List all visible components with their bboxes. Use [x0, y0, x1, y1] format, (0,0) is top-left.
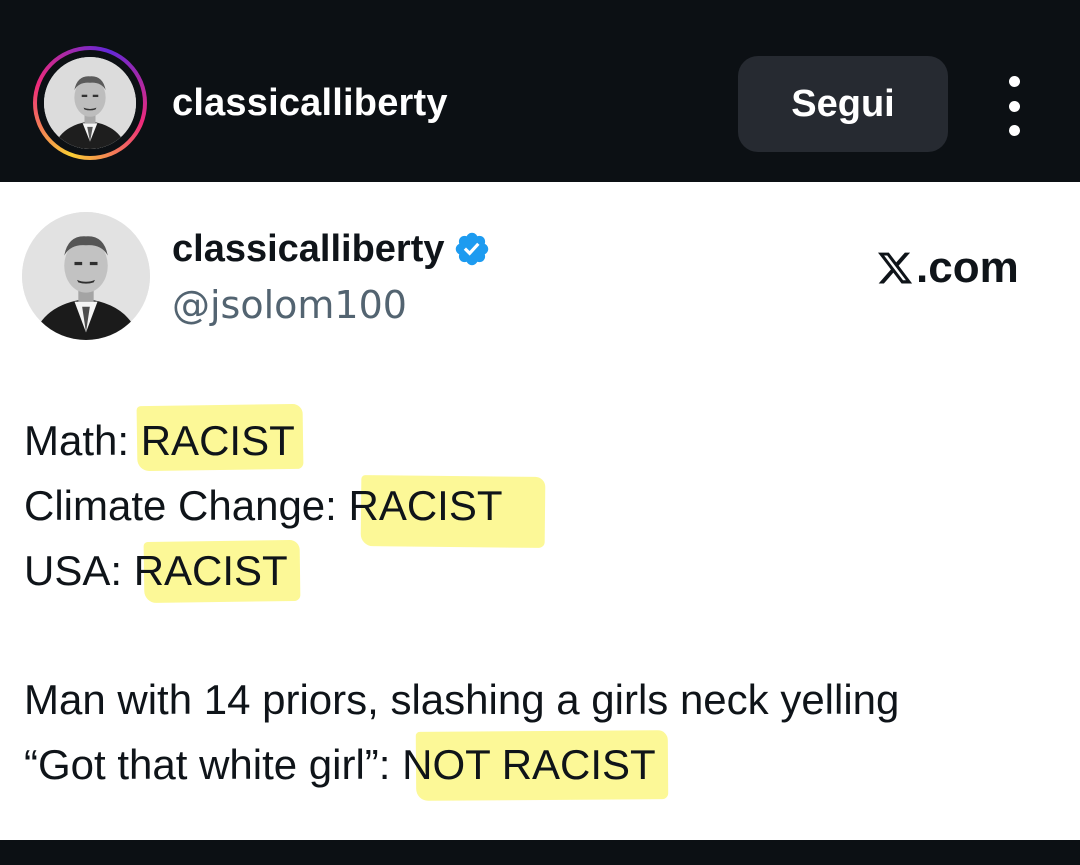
- source-label: .com: [916, 243, 1019, 292]
- highlighted-text: RACIST: [348, 482, 503, 529]
- verified-badge-icon: [455, 232, 488, 266]
- profile-avatar[interactable]: [44, 57, 136, 149]
- portrait-image: [44, 57, 136, 149]
- x-logo-icon: [877, 252, 913, 284]
- tweet-display-name: classicalliberty: [172, 226, 491, 272]
- tweet-text: Math: RACIST Climate Change: RACIST USA:…: [24, 408, 1064, 797]
- tweet-line: Man with 14 priors, slashing a girls nec…: [24, 676, 900, 723]
- story-ring[interactable]: [33, 46, 147, 160]
- post-author-username[interactable]: classicalliberty: [172, 80, 448, 126]
- x-com-watermark: .com: [876, 242, 1019, 294]
- highlighted-text: RACIST: [133, 547, 288, 594]
- post-header: classicalliberty Segui: [0, 0, 1080, 182]
- highlighted-text: RACIST: [140, 417, 295, 464]
- post-image: classicalliberty @jsolom100 .com Math: R…: [0, 182, 1080, 840]
- follow-button[interactable]: Segui: [738, 56, 948, 152]
- tweet-handle: @jsolom100: [172, 283, 407, 327]
- tweet-author-name: classicalliberty: [172, 228, 445, 270]
- tweet-line: USA: RACIST: [24, 547, 288, 594]
- more-vertical-icon[interactable]: [994, 76, 1034, 136]
- bottom-bar: [0, 840, 1080, 865]
- tweet-line: Climate Change: RACIST: [24, 482, 503, 529]
- tweet-avatar: [22, 212, 150, 340]
- tweet-line: “Got that white girl”: NOT RACIST: [24, 741, 656, 788]
- highlighted-text: NOT RACIST: [402, 741, 656, 788]
- tweet-line: Math: RACIST: [24, 417, 295, 464]
- portrait-image: [22, 212, 150, 340]
